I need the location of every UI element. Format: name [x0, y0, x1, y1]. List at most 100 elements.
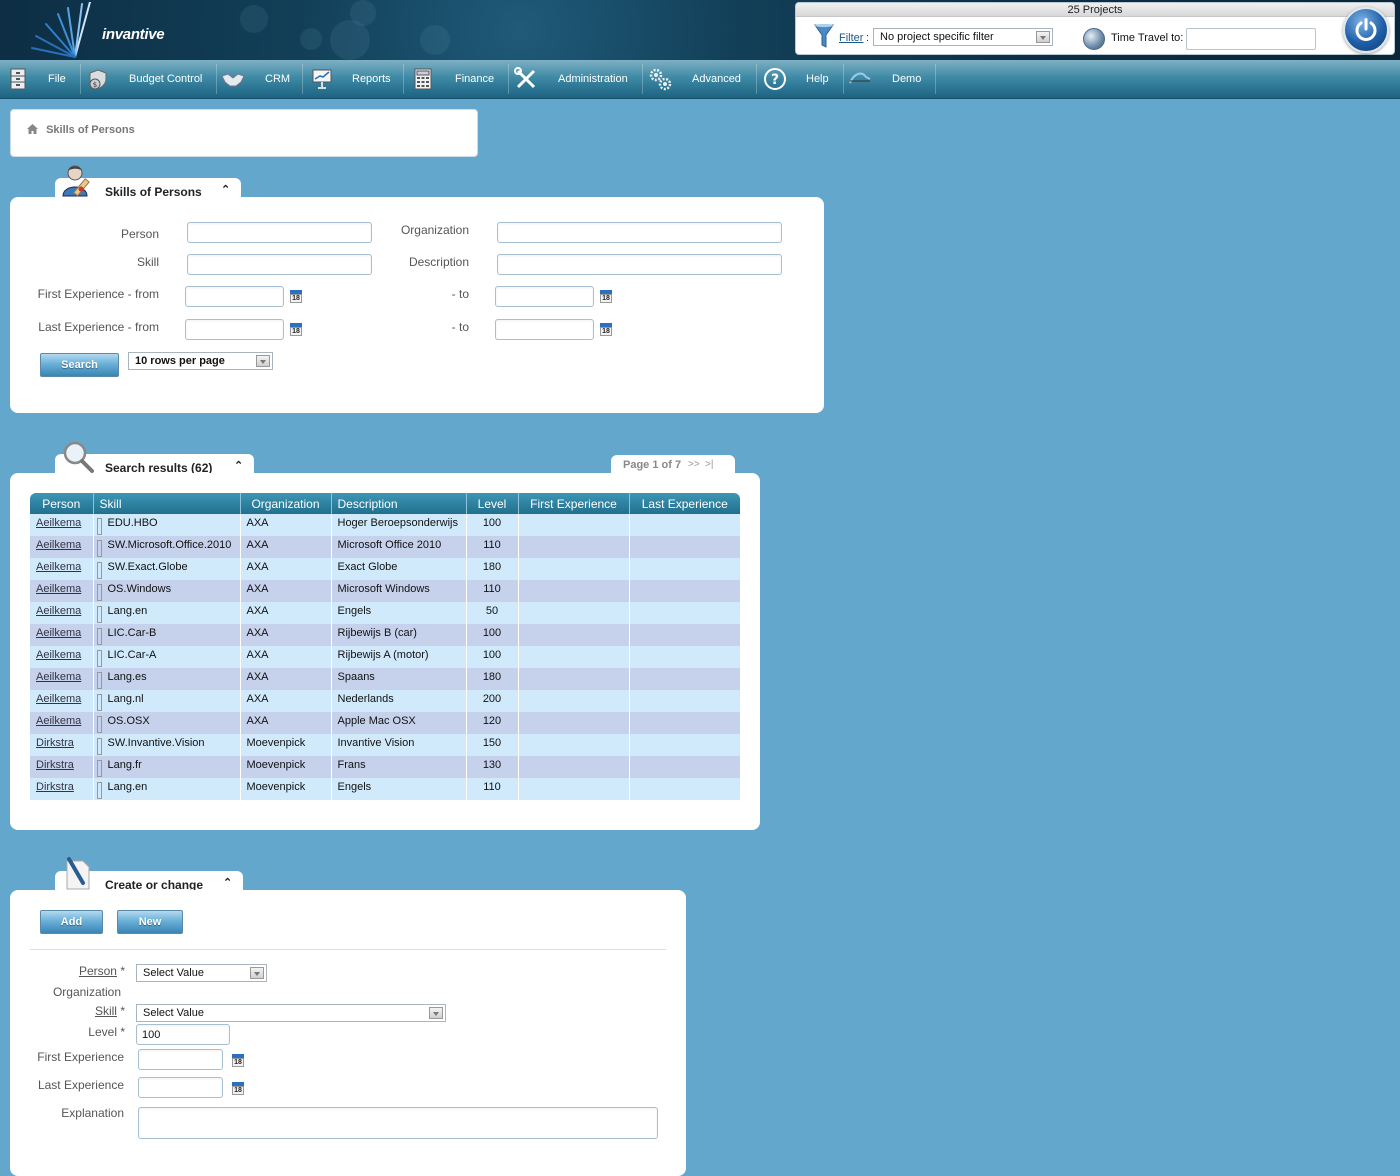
level-input[interactable]	[136, 1024, 230, 1045]
person-link[interactable]: Dirkstra	[36, 759, 74, 771]
collapse-icon[interactable]: ⌃	[223, 876, 232, 889]
row-selector-marker[interactable]	[96, 606, 102, 623]
add-button[interactable]: Add	[40, 910, 103, 934]
column-header-skill[interactable]: Skill	[93, 493, 241, 514]
last-experience-to-input[interactable]	[495, 319, 594, 340]
table-row[interactable]: Dirkstra Lang.fr Moevenpick Frans 130	[30, 756, 741, 778]
person-link[interactable]: Aeilkema	[36, 693, 81, 705]
menu-file[interactable]: File	[48, 60, 66, 98]
person-select[interactable]: Select Value	[136, 964, 267, 982]
time-travel-input[interactable]	[1186, 28, 1316, 50]
person-link[interactable]: Aeilkema	[36, 649, 81, 661]
skill-lookup-link[interactable]: Skill	[95, 1004, 117, 1018]
first-experience-from-input[interactable]	[185, 286, 284, 307]
calendar-icon[interactable]: 18	[232, 1054, 244, 1067]
filter-funnel-icon[interactable]	[814, 23, 834, 49]
table-row[interactable]: Aeilkema OS.Windows AXA Microsoft Windows 11…	[30, 580, 741, 602]
first-experience-input[interactable]	[138, 1049, 223, 1070]
table-row[interactable]: Aeilkema Lang.es AXA Spaans 180	[30, 668, 741, 690]
row-selector-marker[interactable]	[96, 694, 102, 711]
menu-advanced[interactable]: Advanced	[692, 60, 741, 98]
person-link[interactable]: Aeilkema	[36, 715, 81, 727]
results-panel: Person Skill Organization Description Le…	[10, 473, 760, 830]
column-header-first-experience[interactable]: First Experience	[518, 493, 630, 514]
column-header-level[interactable]: Level	[466, 493, 519, 514]
table-row[interactable]: Dirkstra Lang.en Moevenpick Engels 110	[30, 778, 741, 800]
cell-organization: AXA	[240, 690, 332, 712]
row-selector-marker[interactable]	[96, 650, 102, 667]
menu-budget-control[interactable]: Budget Control	[129, 60, 202, 98]
menu-separator	[403, 64, 404, 94]
column-header-person[interactable]: Person	[30, 493, 94, 514]
calendar-icon[interactable]: 18	[290, 290, 302, 303]
column-header-organization[interactable]: Organization	[240, 493, 332, 514]
cell-organization: Moevenpick	[240, 756, 332, 778]
chevron-down-icon[interactable]	[1036, 31, 1050, 43]
calendar-icon[interactable]: 18	[600, 290, 612, 303]
table-row[interactable]: Aeilkema EDU.HBO AXA Hoger Beroepsonderwijs…	[30, 514, 741, 536]
person-link[interactable]: Aeilkema	[36, 539, 81, 551]
person-link[interactable]: Aeilkema	[36, 605, 81, 617]
table-row[interactable]: Aeilkema Lang.en AXA Engels 50	[30, 602, 741, 624]
table-row[interactable]: Aeilkema LIC.Car-B AXA Rijbewijs B (car) 100	[30, 624, 741, 646]
explanation-textarea[interactable]	[138, 1107, 658, 1139]
description-filter-input[interactable]	[497, 254, 782, 275]
menu-finance[interactable]: Finance	[455, 60, 494, 98]
menu-help[interactable]: Help	[806, 60, 829, 98]
collapse-icon[interactable]: ⌃	[221, 183, 230, 196]
person-link[interactable]: Dirkstra	[36, 737, 74, 749]
calendar-icon[interactable]: 18	[600, 323, 612, 336]
search-button[interactable]: Search	[40, 353, 119, 377]
table-row[interactable]: Aeilkema OS.OSX AXA Apple Mac OSX 120	[30, 712, 741, 734]
menu-demo[interactable]: Demo	[892, 60, 921, 98]
table-row[interactable]: Aeilkema SW.Exact.Globe AXA Exact Globe 180	[30, 558, 741, 580]
project-filter-select[interactable]: No project specific filter	[873, 28, 1053, 46]
organization-filter-input[interactable]	[497, 222, 782, 243]
person-link[interactable]: Dirkstra	[36, 781, 74, 793]
person-filter-input[interactable]	[187, 222, 372, 243]
person-link[interactable]: Aeilkema	[36, 671, 81, 683]
row-selector-marker[interactable]	[96, 782, 102, 799]
row-selector-marker[interactable]	[96, 518, 102, 535]
table-row[interactable]: Aeilkema SW.Microsoft.Office.2010 AXA Micro…	[30, 536, 741, 558]
collapse-icon[interactable]: ⌃	[234, 459, 243, 472]
row-selector-marker[interactable]	[96, 716, 102, 733]
skill-select[interactable]: Select Value	[136, 1004, 446, 1022]
chevron-down-icon[interactable]	[429, 1007, 443, 1019]
calendar-icon[interactable]: 18	[290, 323, 302, 336]
row-selector-marker[interactable]	[96, 540, 102, 557]
first-experience-to-input[interactable]	[495, 286, 594, 307]
column-header-description[interactable]: Description	[331, 493, 467, 514]
person-link[interactable]: Aeilkema	[36, 583, 81, 595]
home-icon[interactable]	[27, 124, 38, 134]
new-button[interactable]: New	[117, 910, 183, 934]
skill-filter-input[interactable]	[187, 254, 372, 275]
row-selector-marker[interactable]	[96, 672, 102, 689]
last-page-link[interactable]: >|	[705, 459, 713, 470]
table-row[interactable]: Aeilkema Lang.nl AXA Nederlands 200	[30, 690, 741, 712]
chevron-down-icon[interactable]	[250, 967, 264, 979]
person-link[interactable]: Aeilkema	[36, 517, 81, 529]
menu-crm[interactable]: CRM	[265, 60, 290, 98]
person-link[interactable]: Aeilkema	[36, 627, 81, 639]
column-header-last-experience[interactable]: Last Experience	[629, 493, 740, 514]
filter-link[interactable]: Filter	[839, 32, 863, 44]
chevron-down-icon[interactable]	[256, 355, 270, 367]
table-row[interactable]: Dirkstra SW.Invantive.Vision Moevenpick Inv…	[30, 734, 741, 756]
row-selector-marker[interactable]	[96, 760, 102, 777]
person-lookup-link[interactable]: Person	[79, 964, 117, 978]
last-experience-from-input[interactable]	[185, 319, 284, 340]
rows-per-page-select[interactable]: 10 rows per page	[128, 352, 273, 370]
row-selector-marker[interactable]	[96, 562, 102, 579]
table-row[interactable]: Aeilkema LIC.Car-A AXA Rijbewijs A (motor) 1…	[30, 646, 741, 668]
menu-administration[interactable]: Administration	[558, 60, 628, 98]
row-selector-marker[interactable]	[96, 738, 102, 755]
row-selector-marker[interactable]	[96, 584, 102, 601]
logout-power-button[interactable]	[1343, 7, 1389, 53]
calendar-icon[interactable]: 18	[232, 1082, 244, 1095]
menu-reports[interactable]: Reports	[352, 60, 391, 98]
person-link[interactable]: Aeilkema	[36, 561, 81, 573]
last-experience-input[interactable]	[138, 1077, 223, 1098]
row-selector-marker[interactable]	[96, 628, 102, 645]
next-page-link[interactable]: >>	[688, 459, 700, 470]
